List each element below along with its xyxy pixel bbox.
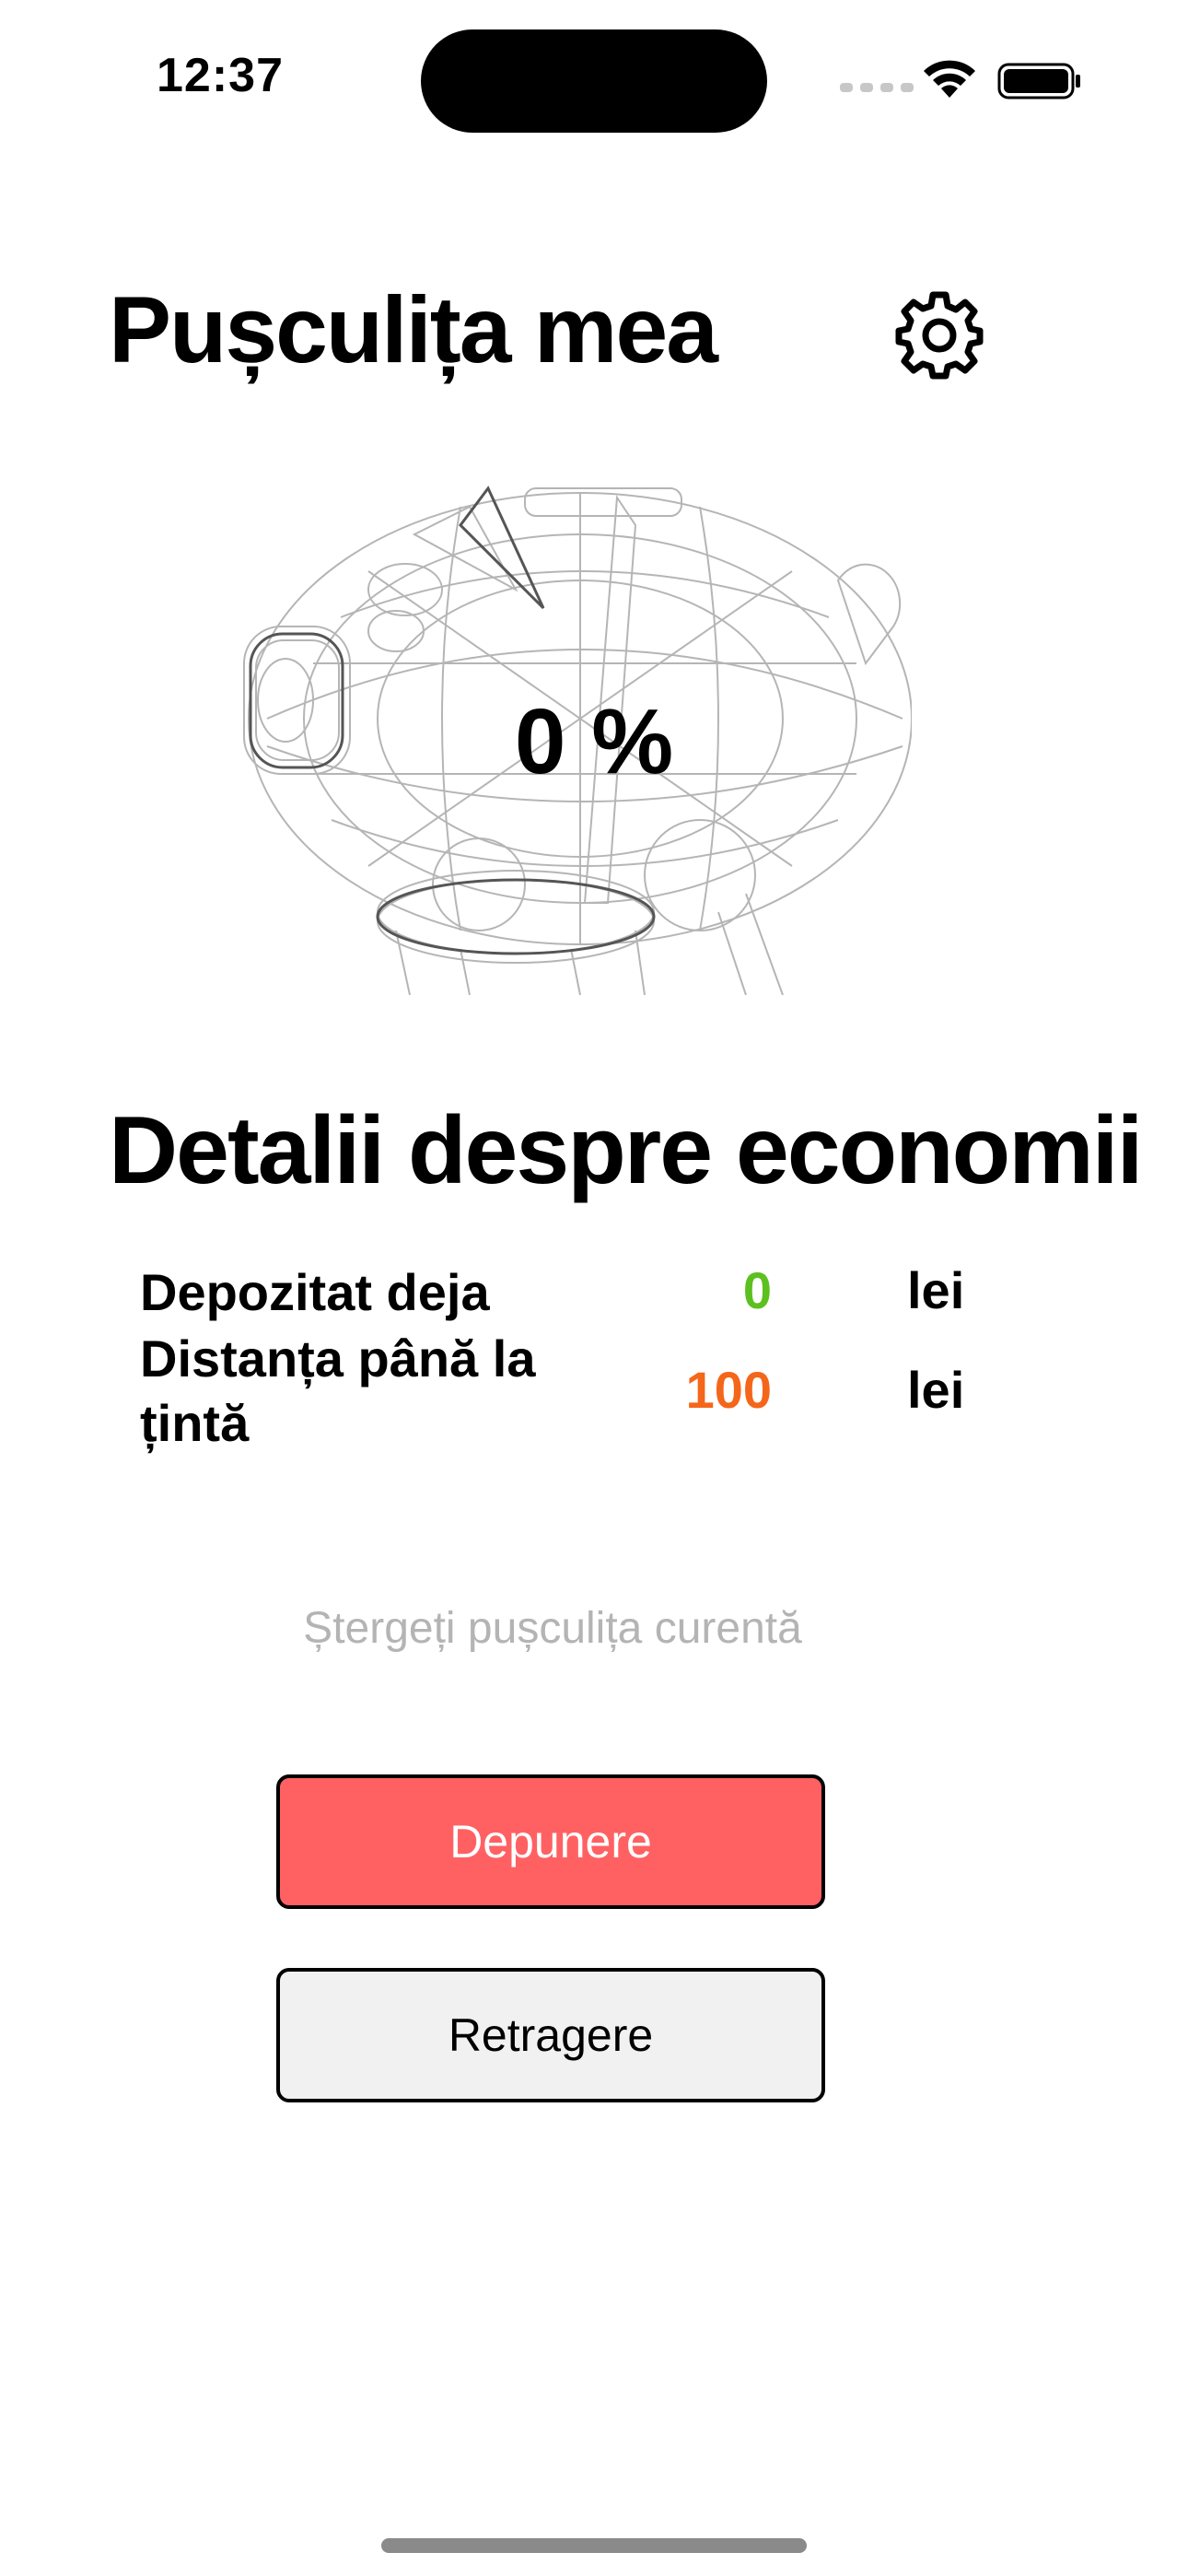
page-title: Pușculița mea (109, 277, 718, 382)
status-time: 12:37 (157, 49, 284, 102)
deposited-value: 0 (742, 1261, 772, 1319)
home-indicator[interactable] (381, 2538, 807, 2553)
remaining-unit: lei (907, 1361, 965, 1419)
dynamic-island (421, 29, 767, 133)
deposited-label: Depozitat deja (140, 1263, 490, 1321)
wifi-icon (924, 60, 975, 98)
deposited-unit: lei (907, 1261, 965, 1319)
withdraw-button[interactable]: Retragere (276, 1968, 825, 2102)
battery-icon (997, 63, 1080, 100)
gear-icon[interactable] (891, 287, 987, 383)
remaining-value: 100 (685, 1361, 772, 1419)
progress-percent: 0 % (514, 690, 674, 793)
delete-piggy-link[interactable]: Ștergeți pușculița curentă (276, 1603, 829, 1654)
deposit-button[interactable]: Depunere (276, 1774, 825, 1909)
remaining-label: Distanța până la țintă (140, 1329, 536, 1452)
cellular-signal-icon (840, 83, 914, 92)
section-title: Detalii despre economii (109, 1097, 1143, 1204)
